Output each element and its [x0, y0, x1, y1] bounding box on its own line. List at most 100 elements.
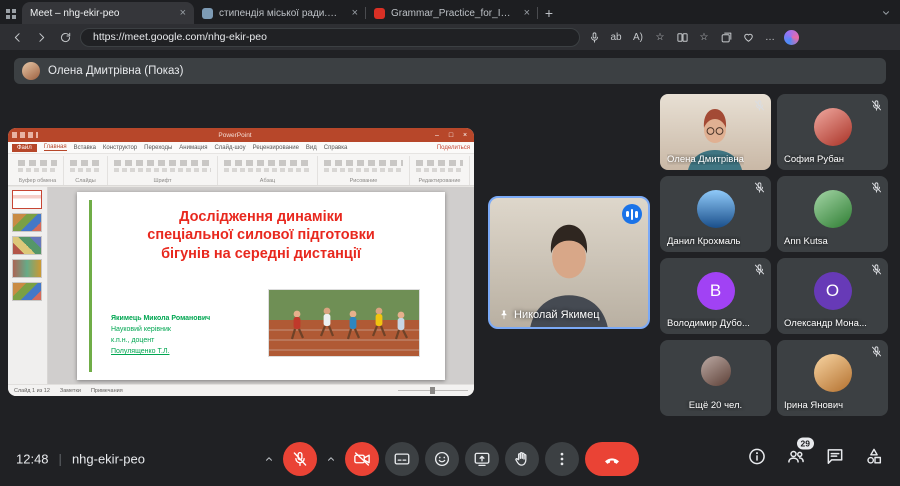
- ribbon-group: Рисование: [318, 156, 410, 185]
- reactions-button[interactable]: [425, 442, 459, 476]
- avatar: [814, 108, 852, 146]
- camera-options-chevron[interactable]: [323, 442, 339, 476]
- participant-tile[interactable]: Олена Дмитрівна: [660, 94, 771, 170]
- tab-close-icon[interactable]: ×: [350, 7, 360, 19]
- share-button: Поделиться: [437, 145, 470, 151]
- participants-panel-icon[interactable]: 29: [786, 447, 806, 472]
- favorites-bar-icon[interactable]: ☆: [696, 28, 712, 46]
- favorite-star-icon[interactable]: ☆: [652, 28, 668, 46]
- window-title: PowerPoint: [42, 132, 428, 139]
- powerpoint-title-bar: PowerPoint – □ ×: [8, 128, 474, 142]
- clock: 12:48: [16, 452, 49, 467]
- browser-tab-meet[interactable]: Meet – nhg-ekir-peo ×: [22, 2, 194, 24]
- tab-label: Grammar_Practice_for_Intermed...: [391, 8, 516, 19]
- mic-muted-icon: [870, 99, 883, 112]
- pdf-doc-favicon: [202, 8, 213, 19]
- refresh-icon[interactable]: [56, 28, 74, 46]
- slide-counter: Слайд 1 из 12: [14, 388, 50, 394]
- pin-icon: [498, 309, 510, 321]
- pinned-speaker-tile[interactable]: Николай Якимец: [488, 196, 650, 329]
- overflow-count-label: Ещё 20 чел.: [660, 400, 771, 411]
- copilot-icon[interactable]: [784, 30, 799, 45]
- ribbon-tab: Главная: [44, 144, 67, 151]
- mic-muted-icon: [753, 181, 766, 194]
- file-tab: Файл: [12, 144, 37, 152]
- participant-name: Данил Крохмаль: [667, 236, 741, 247]
- voice-search-icon[interactable]: [586, 28, 602, 46]
- minimize-icon: –: [432, 132, 442, 139]
- ribbon-tab: Рецензирование: [253, 145, 299, 151]
- maximize-icon: □: [446, 132, 456, 139]
- ribbon-group-icons: [416, 158, 463, 173]
- participant-tile[interactable]: Ann Kutsa: [777, 176, 888, 252]
- presenter-avatar: [22, 62, 40, 80]
- tab-search-chevron-icon[interactable]: [880, 2, 892, 24]
- ribbon-tab: Справка: [324, 145, 348, 151]
- mic-toggle-button[interactable]: [283, 442, 317, 476]
- current-slide: Дослідження динаміки спеціальної силової…: [77, 192, 445, 380]
- back-icon[interactable]: [8, 28, 26, 46]
- forward-icon[interactable]: [32, 28, 50, 46]
- overflow-participants-tile[interactable]: Ещё 20 чел.: [660, 340, 771, 416]
- activities-icon[interactable]: [864, 447, 884, 472]
- avatar: В: [697, 272, 735, 310]
- chat-panel-icon[interactable]: [825, 447, 845, 472]
- browser-tab-pdf1[interactable]: стипендія міської ради.PDF ×: [194, 2, 366, 24]
- pdf-favicon: [374, 8, 385, 19]
- more-options-button[interactable]: [545, 442, 579, 476]
- ribbon-tab: Слайд-шоу: [214, 145, 245, 151]
- ribbon-group: Абзац: [218, 156, 318, 185]
- new-tab-button[interactable]: +: [538, 2, 560, 24]
- mic-muted-icon: [753, 99, 766, 112]
- mic-muted-icon: [870, 345, 883, 358]
- camera-toggle-button[interactable]: [345, 442, 379, 476]
- browser-tab-bar: Meet – nhg-ekir-peo × стипендія міської …: [0, 0, 900, 24]
- participant-name: Ірина Янович: [784, 400, 843, 411]
- comments-button: Примечания: [91, 388, 123, 394]
- browser-essentials-icon[interactable]: [740, 28, 756, 46]
- raise-hand-button[interactable]: [505, 442, 539, 476]
- collections-icon[interactable]: [718, 28, 734, 46]
- leave-call-button[interactable]: [585, 442, 639, 476]
- avatar: [697, 190, 735, 228]
- powerpoint-window: PowerPoint – □ × Файл Главная Вставка Ко…: [8, 128, 474, 396]
- ribbon-tab: Переходы: [144, 145, 172, 151]
- read-aloud-icon[interactable]: A): [630, 28, 646, 46]
- ribbon-group: Редактирование: [410, 156, 470, 185]
- tab-close-icon[interactable]: ×: [522, 7, 532, 19]
- split-screen-icon[interactable]: [674, 28, 690, 46]
- browser-tab-pdf2[interactable]: Grammar_Practice_for_Intermed... ×: [366, 2, 538, 24]
- participant-name: Олена Дмитрівна: [667, 154, 744, 165]
- tab-close-icon[interactable]: ×: [178, 7, 188, 19]
- participant-count-badge: 29: [797, 438, 814, 450]
- captions-button[interactable]: [385, 442, 419, 476]
- slide-thumbnail-1: [12, 190, 42, 209]
- powerpoint-status-bar: Слайд 1 из 12 Заметки Примечания: [8, 384, 474, 396]
- url-text: https://meet.google.com/nhg-ekir-peo: [93, 31, 267, 43]
- mic-options-chevron[interactable]: [261, 442, 277, 476]
- ribbon-tab-row: Файл Главная Вставка Конструктор Переход…: [8, 142, 474, 154]
- avatar-initial: O: [826, 281, 839, 301]
- ribbon-tab: Вид: [306, 145, 317, 151]
- divider: |: [59, 452, 62, 467]
- participant-tile[interactable]: София Рубан: [777, 94, 888, 170]
- shared-screen-tile[interactable]: PowerPoint – □ × Файл Главная Вставка Ко…: [8, 128, 474, 396]
- tab-label: Meet – nhg-ekir-peo: [30, 8, 172, 19]
- settings-more-icon[interactable]: …: [762, 28, 778, 46]
- workspaces-grid-icon: [6, 9, 16, 19]
- participant-tile[interactable]: В Володимир Дубо...: [660, 258, 771, 334]
- meet-stage: Олена Дмитрівна (Показ) PowerPoint – □ ×…: [0, 50, 900, 486]
- participant-name: Ann Kutsa: [784, 236, 828, 247]
- quick-access-toolbar: [12, 132, 38, 138]
- participant-tile[interactable]: O Олександр Мона...: [777, 258, 888, 334]
- present-button[interactable]: [465, 442, 499, 476]
- mic-muted-icon: [870, 181, 883, 194]
- participant-name: Володимир Дубо...: [667, 318, 750, 329]
- meeting-details-icon[interactable]: [747, 447, 767, 472]
- tab-actions-icon[interactable]: [0, 4, 22, 24]
- participant-tile[interactable]: Данил Крохмаль: [660, 176, 771, 252]
- translate-icon[interactable]: ab: [608, 28, 624, 46]
- ribbon-tab: Анимация: [179, 145, 207, 151]
- address-bar[interactable]: https://meet.google.com/nhg-ekir-peo: [80, 28, 580, 47]
- participant-tile[interactable]: Ірина Янович: [777, 340, 888, 416]
